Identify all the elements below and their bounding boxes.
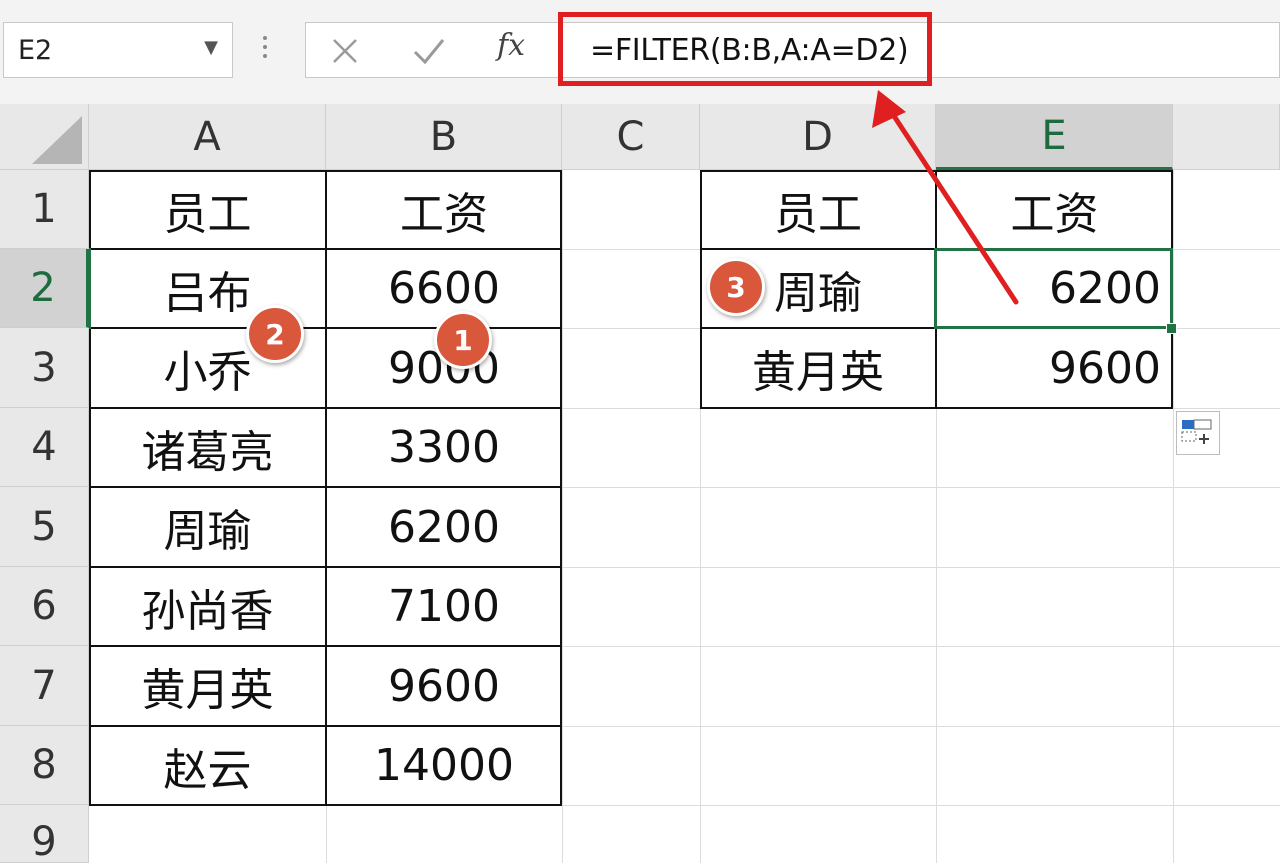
table-border [89,486,562,488]
cell-b4[interactable]: 3300 [326,408,562,487]
cancel-icon[interactable] [330,36,360,66]
check-icon[interactable] [412,36,446,66]
formula-highlight-box [558,12,932,86]
quick-analysis-button[interactable] [1176,411,1220,455]
cell-a4[interactable]: 诸葛亮 [89,408,326,487]
column-header-f[interactable] [1173,104,1280,170]
column-header-d[interactable]: D [700,104,936,170]
cell-a8[interactable]: 赵云 [89,726,326,805]
cell-b6[interactable]: 7100 [326,567,562,646]
cell-b5[interactable]: 6200 [326,487,562,567]
row-header-7[interactable]: 7 [0,646,89,726]
gridline [562,170,563,863]
cell-e1[interactable]: 工资 [936,170,1173,249]
cell-a6[interactable]: 孙尚香 [89,567,326,646]
cell-d3[interactable]: 黄月英 [700,328,936,408]
row-header-6[interactable]: 6 [0,567,89,646]
column-header-c[interactable]: C [562,104,700,170]
table-border [89,566,562,568]
drag-handle-icon[interactable] [262,36,268,64]
quick-analysis-icon [1181,419,1212,444]
cell-a5[interactable]: 周瑜 [89,487,326,567]
table-border [89,725,562,727]
insert-function-icon[interactable]: fx [497,28,525,63]
row-header-8[interactable]: 8 [0,726,89,805]
step-badge-1: 1 [434,311,492,369]
name-box[interactable]: E2 ▼ [3,22,233,78]
cell-b2[interactable]: 6600 [326,249,562,328]
gridline [89,805,1280,806]
select-all-corner[interactable] [0,104,89,170]
row-header-5[interactable]: 5 [0,487,89,567]
row-header-2[interactable]: 2 [0,249,89,328]
cell-e3[interactable]: 9600 [936,328,1173,408]
name-box-dropdown-icon[interactable]: ▼ [204,37,218,58]
column-header-e[interactable]: E [936,104,1173,170]
gridline [1173,170,1174,863]
table-border [89,645,562,647]
row-header-9[interactable]: 9 [0,805,89,865]
cell-a1[interactable]: 员工 [89,170,326,249]
fill-handle[interactable] [1166,323,1177,334]
row-header-1[interactable]: 1 [0,170,89,249]
cell-d1[interactable]: 员工 [700,170,936,249]
active-cell-selection[interactable] [934,248,1173,329]
row-header-4[interactable]: 4 [0,408,89,487]
table-border [89,407,562,409]
cell-b1[interactable]: 工资 [326,170,562,249]
cell-b7[interactable]: 9600 [326,646,562,726]
column-header-a[interactable]: A [89,104,326,170]
name-box-value: E2 [18,35,53,66]
cell-b8[interactable]: 14000 [326,726,562,805]
row-header-3[interactable]: 3 [0,328,89,408]
column-header-b[interactable]: B [326,104,562,170]
cell-a7[interactable]: 黄月英 [89,646,326,726]
select-all-icon [32,116,82,164]
step-badge-2: 2 [246,305,304,363]
step-badge-3: 3 [707,258,765,316]
